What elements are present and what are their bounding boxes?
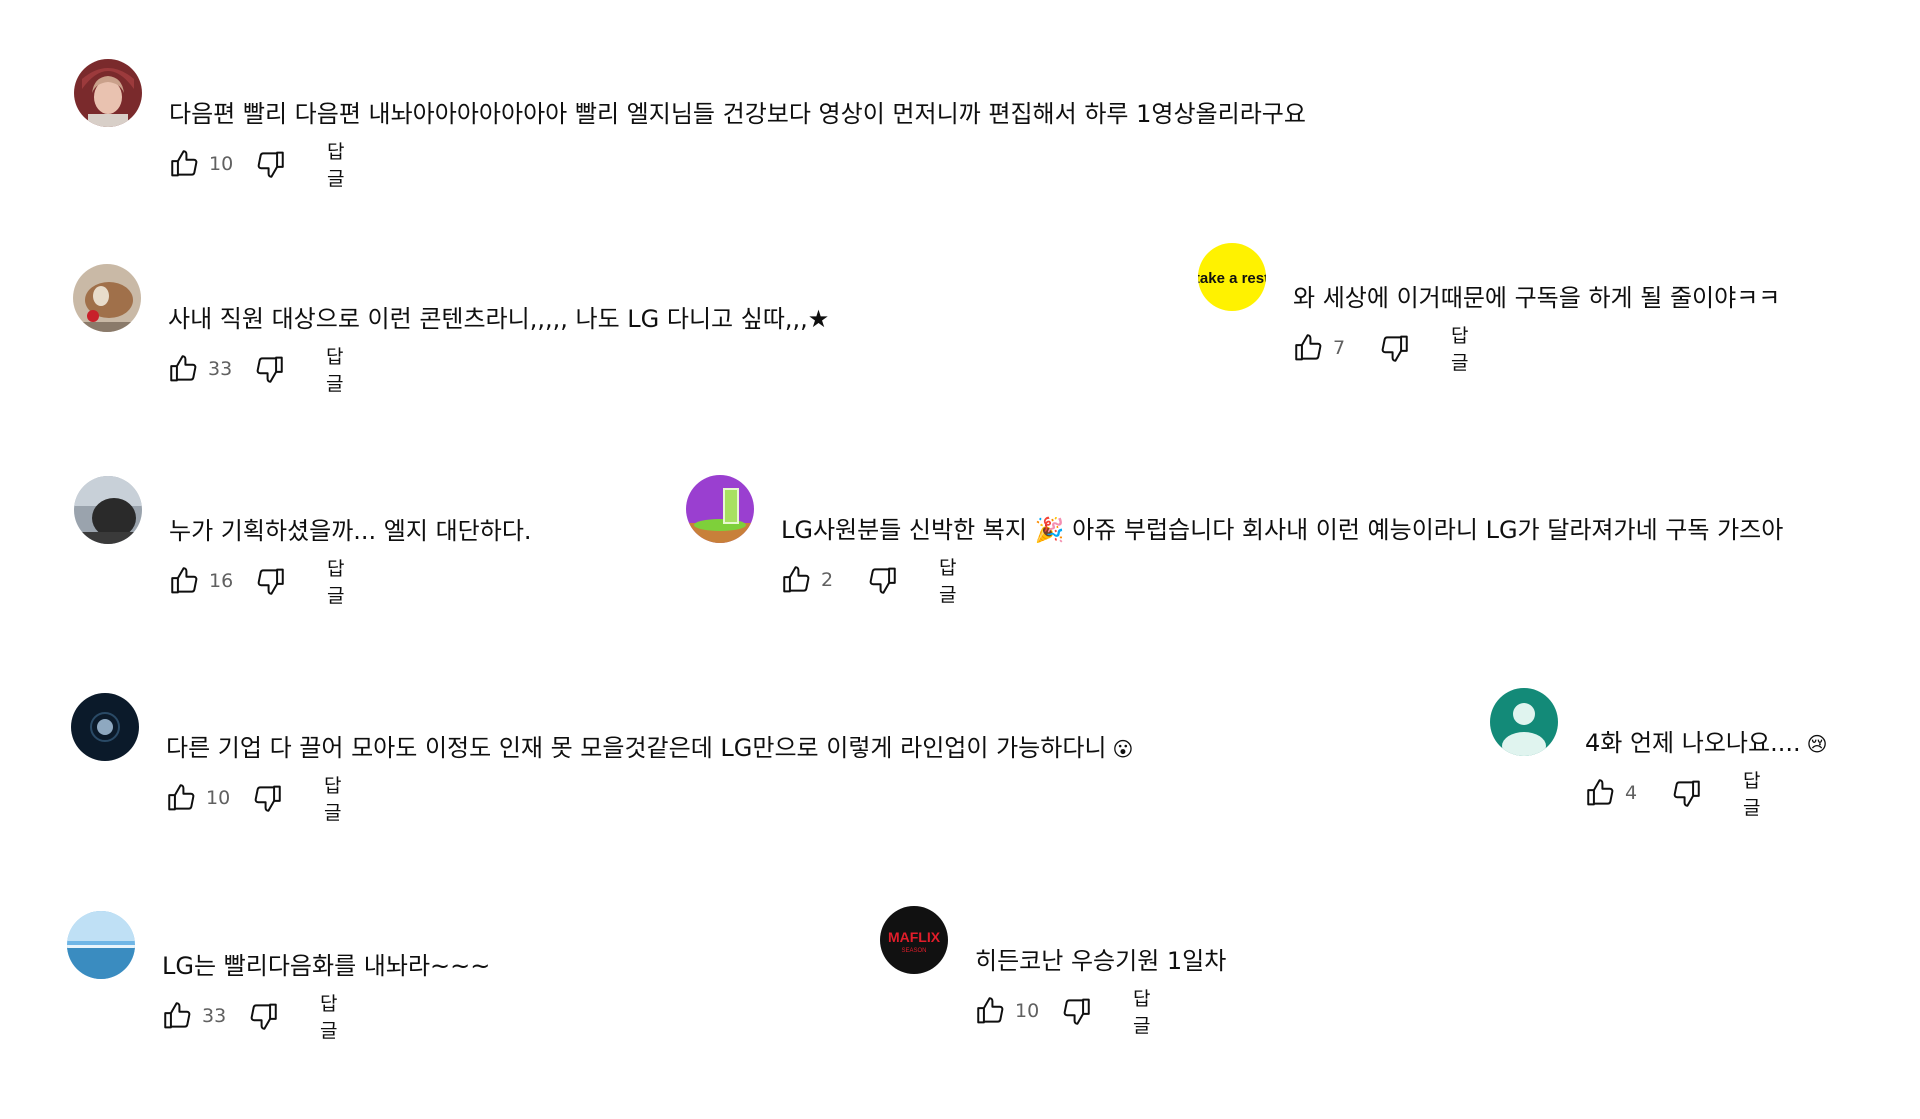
dislike-button[interactable] (253, 147, 287, 181)
user-avatar[interactable]: MAFLIX SEASON (880, 906, 948, 974)
thumbs-down-icon (869, 567, 896, 594)
thumbs-up-icon (171, 150, 198, 177)
reply-button[interactable]: 답글 (326, 342, 343, 396)
thumbs-down-icon (254, 785, 281, 812)
thumbs-down-icon (1381, 335, 1408, 362)
like-button[interactable]: 33 (167, 352, 234, 386)
comment-actions: 4 답글 (1584, 770, 1760, 819)
comment-text: 히든코난 우승기원 1일차 (975, 947, 1227, 975)
like-count: 16 (209, 570, 234, 592)
thumbs-up-icon (170, 355, 197, 382)
dislike-button[interactable] (253, 564, 287, 598)
dog-avatar-image (73, 264, 141, 332)
comment-text: LG는 빨리다음화를 내놔라~~~ (162, 952, 491, 980)
comment-actions: 10 답글 (974, 988, 1150, 1037)
like-button[interactable]: 4 (1584, 776, 1651, 810)
thumbs-down-icon (1063, 998, 1090, 1025)
silhouette-avatar-image (74, 476, 142, 544)
like-count: 33 (208, 358, 233, 380)
thumbs-down-icon (250, 1003, 277, 1030)
thumbs-up-icon (1295, 334, 1322, 361)
reply-button[interactable]: 답글 (324, 771, 341, 825)
like-button[interactable]: 10 (165, 781, 232, 815)
comment-actions: 2 답글 (780, 557, 956, 606)
like-button[interactable]: 10 (974, 994, 1041, 1028)
comment-text: 누가 기획하셨을까... 엘지 대단하다. (169, 517, 532, 545)
user-avatar[interactable] (73, 264, 141, 332)
dislike-button[interactable] (1059, 994, 1093, 1028)
comment-text: 다른 기업 다 끌어 모아도 이정도 인재 못 모을것같은데 LG만으로 이렇게… (166, 731, 1133, 766)
comment-text: 다음편 빨리 다음편 내놔아아아아아아아 빨리 엘지님들 건강보다 영상이 먼저… (169, 100, 1306, 128)
like-count: 4 (1625, 782, 1638, 804)
like-button[interactable]: 33 (161, 999, 228, 1033)
svg-text:MAFLIX: MAFLIX (888, 929, 941, 945)
reply-button[interactable]: 답글 (1743, 766, 1760, 820)
like-count: 10 (206, 787, 231, 809)
comment-text: LG사원분들 신박한 복지 🎉 아쥬 부럽습니다 회사내 이런 예능이라니 LG… (781, 516, 1784, 544)
dislike-button[interactable] (252, 352, 286, 386)
like-count: 33 (202, 1005, 227, 1027)
thumbs-up-icon (171, 567, 198, 594)
drink-avatar-image (686, 475, 754, 543)
like-button[interactable]: 2 (780, 563, 847, 597)
user-avatar[interactable]: take a rest (1198, 243, 1266, 311)
reply-button[interactable]: 답글 (320, 989, 337, 1043)
moon-avatar-image (71, 693, 139, 761)
dislike-button[interactable] (250, 781, 284, 815)
user-avatar[interactable] (74, 59, 142, 127)
surprised-face-icon: 😮 (1112, 737, 1134, 761)
dislike-button[interactable] (1669, 776, 1703, 810)
like-button[interactable]: 10 (168, 147, 235, 181)
thumbs-up-icon (783, 566, 810, 593)
dislike-button[interactable] (1377, 331, 1411, 365)
dislike-button[interactable] (865, 563, 899, 597)
comment-actions: 7 답글 (1292, 325, 1468, 374)
user-avatar[interactable] (67, 911, 135, 979)
thumbs-up-icon (168, 784, 195, 811)
thumbs-up-icon (164, 1002, 191, 1029)
thumbs-up-icon (977, 997, 1004, 1024)
comment-text: 사내 직원 대상으로 이런 콘텐츠라니,,,,, 나도 LG 다니고 싶따,,,… (168, 305, 830, 333)
like-button[interactable]: 16 (168, 564, 235, 598)
like-count: 2 (821, 569, 834, 591)
like-count: 10 (1015, 1000, 1040, 1022)
thumbs-down-icon (1673, 780, 1700, 807)
comment-actions: 10 답글 (165, 775, 341, 824)
dislike-button[interactable] (246, 999, 280, 1033)
reply-button[interactable]: 답글 (1451, 321, 1468, 375)
svg-text:take a rest: take a rest (1198, 270, 1266, 287)
comment-text: 4화 언제 나오나요.... 😢 (1585, 726, 1827, 761)
reply-button[interactable]: 답글 (327, 554, 344, 608)
user-avatar[interactable] (74, 476, 142, 544)
like-count: 10 (209, 153, 234, 175)
portrait-avatar-image (74, 59, 142, 127)
thumbs-down-icon (257, 568, 284, 595)
user-avatar[interactable] (1490, 688, 1558, 756)
maflix-logo-image: MAFLIX SEASON (880, 906, 948, 974)
comment-actions: 16 답글 (168, 558, 344, 607)
like-count: 7 (1333, 337, 1346, 359)
comment-text: 와 세상에 이거때문에 구독을 하게 될 줄이야ㅋㅋ (1293, 284, 1781, 312)
reply-button[interactable]: 답글 (1133, 984, 1150, 1038)
default-user-icon (1490, 688, 1558, 756)
take-a-rest-logo-image: take a rest (1198, 243, 1266, 311)
comment-actions: 33 답글 (167, 346, 343, 395)
user-avatar[interactable] (71, 693, 139, 761)
svg-text:SEASON: SEASON (901, 948, 926, 954)
comment-actions: 10 답글 (168, 141, 344, 190)
crying-face-icon: 😢 (1806, 732, 1828, 756)
reply-button[interactable]: 답글 (939, 553, 956, 607)
comment-actions: 33 답글 (161, 993, 337, 1042)
thumbs-down-icon (257, 151, 284, 178)
like-button[interactable]: 7 (1292, 331, 1359, 365)
user-avatar[interactable] (686, 475, 754, 543)
thumbs-up-icon (1587, 779, 1614, 806)
reply-button[interactable]: 답글 (327, 137, 344, 191)
thumbs-down-icon (256, 356, 283, 383)
sea-avatar-image (67, 911, 135, 979)
